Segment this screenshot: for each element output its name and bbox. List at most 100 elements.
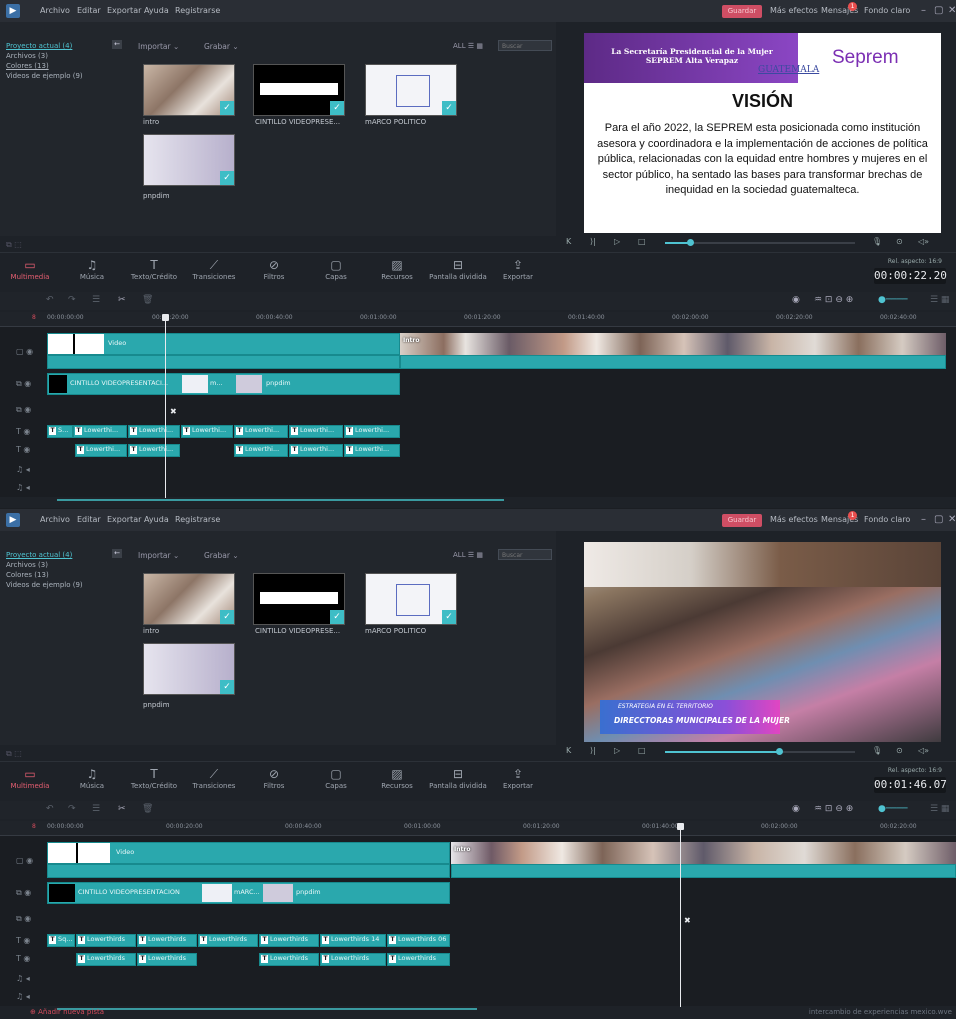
save-button[interactable]: Guardar	[722, 5, 762, 18]
tool-resources[interactable]: ▨ Recursos	[374, 257, 420, 281]
video-clip-lower[interactable]	[47, 864, 450, 878]
video-clip[interactable]: Video	[47, 842, 450, 864]
text-clip[interactable]: T Lowerthi...	[289, 444, 343, 457]
menu-registrarse[interactable]: Registrarse	[175, 6, 220, 15]
text-track-icon[interactable]: T ◉	[16, 954, 30, 963]
music-track-icon[interactable]: ♫ ◂	[16, 974, 30, 983]
overlay-track-icon[interactable]: ⧉ ◉	[16, 888, 31, 898]
record-button[interactable]: Grabar ⌄	[204, 42, 239, 51]
minimize-icon[interactable]: –	[921, 514, 926, 525]
library-footer-icons[interactable]: ⧉ ⬚	[6, 749, 22, 759]
tool-filters[interactable]: ⊘ Filtros	[254, 766, 294, 790]
sidebar-item-colors[interactable]: Colores (13)	[6, 571, 106, 579]
intro-clip-lower[interactable]	[451, 864, 956, 878]
import-button[interactable]: Importar ⌄	[138, 551, 179, 560]
add-track-button[interactable]: ⊕ Añadir nueva pista	[30, 1008, 104, 1016]
zoom-slider[interactable]: ●────	[878, 295, 908, 305]
text-clip[interactable]: T Lowerthi...	[344, 444, 400, 457]
prev-frame-icon[interactable]: K	[566, 237, 571, 246]
menu-exportar[interactable]: Exportar	[107, 515, 141, 524]
media-thumb-intro[interactable]: ✓	[143, 573, 235, 625]
text-clip[interactable]: T S...	[47, 425, 73, 438]
text-clip[interactable]: T Lowerthirds 14	[320, 934, 386, 947]
adjust-icon[interactable]: ☰	[92, 804, 100, 814]
text-clip[interactable]: T Lowerthirds	[76, 953, 136, 966]
zoom-tools-icon[interactable]: ♒ ⊡ ⊖ ⊕	[814, 804, 853, 814]
text-clip[interactable]: T Lowerthi...	[128, 425, 180, 438]
music-track-icon[interactable]: ♫ ◂	[16, 992, 30, 1001]
stop-icon[interactable]: □	[638, 746, 646, 755]
aspect-ratio[interactable]: Rel. aspecto: 16:9	[888, 767, 942, 774]
tool-export[interactable]: ⇪ Exportar	[498, 257, 538, 281]
video-track-icon[interactable]: ▢ ◉	[16, 856, 33, 865]
tool-multimedia[interactable]: ▭ Multimedia	[4, 257, 56, 281]
text-clip[interactable]: T Lowerthi...	[181, 425, 233, 438]
step-icon[interactable]: ⟩|	[590, 746, 596, 755]
delete-icon[interactable]: 🗑	[142, 295, 153, 305]
menu-registrarse[interactable]: Registrarse	[175, 515, 220, 524]
media-thumb-pnpdim[interactable]: ✓	[143, 643, 235, 695]
redo-icon[interactable]: ↷	[68, 295, 76, 305]
playhead-handle[interactable]	[677, 823, 684, 830]
grid-view-icon[interactable]: ☰ ▦	[930, 295, 949, 305]
menu-archivo[interactable]: Archivo	[40, 515, 70, 524]
tool-split-screen[interactable]: ⊟ Pantalla dividida	[426, 766, 490, 790]
music-track-icon[interactable]: ♫ ◂	[16, 465, 30, 474]
sidebar-item-archives[interactable]: Archivos (3)	[6, 561, 106, 569]
video-track-icon[interactable]: ▢ ◉	[16, 347, 33, 356]
voice-icon[interactable]: 🎙	[872, 746, 882, 755]
zoom-tools-icon[interactable]: ♒ ⊡ ⊖ ⊕	[814, 295, 853, 305]
text-clip[interactable]: T Lowerthirds	[320, 953, 386, 966]
menu-editar[interactable]: Editar	[77, 515, 101, 524]
text-clip[interactable]: T Lowerthirds 06	[387, 934, 450, 947]
text-clip[interactable]: T Lowerthi...	[75, 444, 127, 457]
back-arrow-icon[interactable]: ←	[112, 549, 122, 558]
text-clip[interactable]: T Lowerthi...	[73, 425, 127, 438]
text-clip[interactable]: T Lowerthirds	[387, 953, 450, 966]
media-thumb-pnpdim[interactable]: ✓	[143, 134, 235, 186]
library-footer-icons[interactable]: ⧉ ⬚	[6, 240, 22, 250]
adjust-icon[interactable]: ☰	[92, 295, 100, 305]
filter-all[interactable]: ALL ☰ ▦	[453, 551, 483, 559]
preview-progress[interactable]	[665, 748, 855, 755]
theme-toggle[interactable]: Fondo claro	[864, 6, 910, 15]
stop-icon[interactable]: □	[638, 237, 646, 246]
text-track-icon[interactable]: T ◉	[16, 936, 30, 945]
tool-split-screen[interactable]: ⊟ Pantalla dividida	[426, 257, 490, 281]
overlay-clip[interactable]: CINTILLO VIDEOPRESENTACION mARC... pnpdi…	[47, 882, 450, 904]
tool-transitions[interactable]: ⟋ Transiciones	[188, 257, 240, 281]
pip-track-icon[interactable]: ⧉ ◉	[16, 914, 31, 924]
text-clip[interactable]: T Sq...	[47, 934, 75, 947]
render-icon[interactable]: ◉	[792, 804, 800, 814]
grid-view-icon[interactable]: ☰ ▦	[930, 804, 949, 814]
tool-resources[interactable]: ▨ Recursos	[374, 766, 420, 790]
menu-exportar[interactable]: Exportar	[107, 6, 141, 15]
more-effects-link[interactable]: Más efectos	[770, 515, 818, 524]
playhead[interactable]	[677, 823, 684, 1007]
media-thumb-cintillo[interactable]: ✓	[253, 573, 345, 625]
search-input[interactable]: Buscar	[498, 40, 552, 51]
undo-icon[interactable]: ↶	[46, 804, 54, 814]
text-clip[interactable]: T Lowerthi...	[344, 425, 400, 438]
pip-track-icon[interactable]: ⧉ ◉	[16, 405, 31, 415]
maximize-icon[interactable]: ▢	[934, 5, 943, 16]
text-clip[interactable]: T Lowerthirds	[198, 934, 258, 947]
cut-icon[interactable]: ✂	[118, 804, 126, 814]
save-button[interactable]: Guardar	[722, 514, 762, 527]
sidebar-item-samples[interactable]: Videos de ejemplo (9)	[6, 72, 106, 80]
prev-frame-icon[interactable]: K	[566, 746, 571, 755]
tool-layers[interactable]: ▢ Capas	[316, 257, 356, 281]
text-clip[interactable]: T Lowerthi...	[234, 444, 288, 457]
search-input[interactable]: Buscar	[498, 549, 552, 560]
tool-text[interactable]: T Texto/Crédito	[124, 257, 184, 281]
progress-knob[interactable]	[776, 748, 783, 755]
tool-text[interactable]: T Texto/Crédito	[124, 766, 184, 790]
maximize-icon[interactable]: ▢	[934, 514, 943, 525]
media-thumb-intro[interactable]: ✓	[143, 64, 235, 116]
video-clip-lower[interactable]	[47, 355, 400, 369]
snapshot-icon[interactable]: ⊙	[896, 746, 903, 755]
close-icon[interactable]: ✕	[948, 5, 956, 16]
menu-editar[interactable]: Editar	[77, 6, 101, 15]
more-effects-link[interactable]: Más efectos	[770, 6, 818, 15]
music-track-icon[interactable]: ♫ ◂	[16, 483, 30, 492]
